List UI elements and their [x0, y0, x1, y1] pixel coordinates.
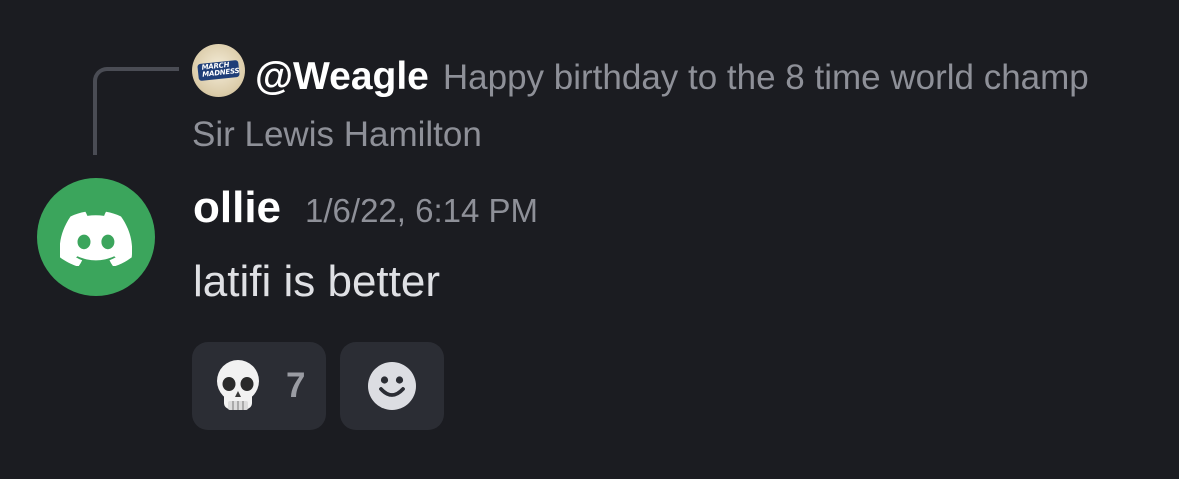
add-reaction-icon: [368, 362, 416, 410]
reply-connector-line: [93, 67, 179, 155]
username[interactable]: ollie: [193, 183, 281, 232]
user-avatar[interactable]: [37, 178, 155, 296]
discord-logo-icon: [60, 211, 132, 266]
add-reaction-button[interactable]: [340, 342, 444, 430]
message-content: latifi is better: [193, 257, 440, 306]
reaction-count: 7: [286, 366, 306, 405]
reply-preview[interactable]: MARCH MADNESS @Weagle Happy birthday to t…: [192, 44, 1132, 163]
reply-author-avatar[interactable]: MARCH MADNESS: [192, 44, 245, 97]
timestamp[interactable]: 1/6/22, 6:14 PM: [305, 192, 538, 229]
message-header: ollie 1/6/22, 6:14 PM: [193, 180, 538, 236]
reactions-bar: 7: [192, 342, 444, 430]
march-madness-logo: MARCH MADNESS: [197, 59, 240, 82]
reaction-skull[interactable]: 7: [192, 342, 326, 430]
reply-avatar-text: MARCH MADNESS: [201, 60, 240, 79]
chat-message: MARCH MADNESS @Weagle Happy birthday to t…: [0, 0, 1179, 479]
reply-author-name[interactable]: @Weagle: [255, 55, 429, 98]
skull-icon: [214, 359, 262, 413]
